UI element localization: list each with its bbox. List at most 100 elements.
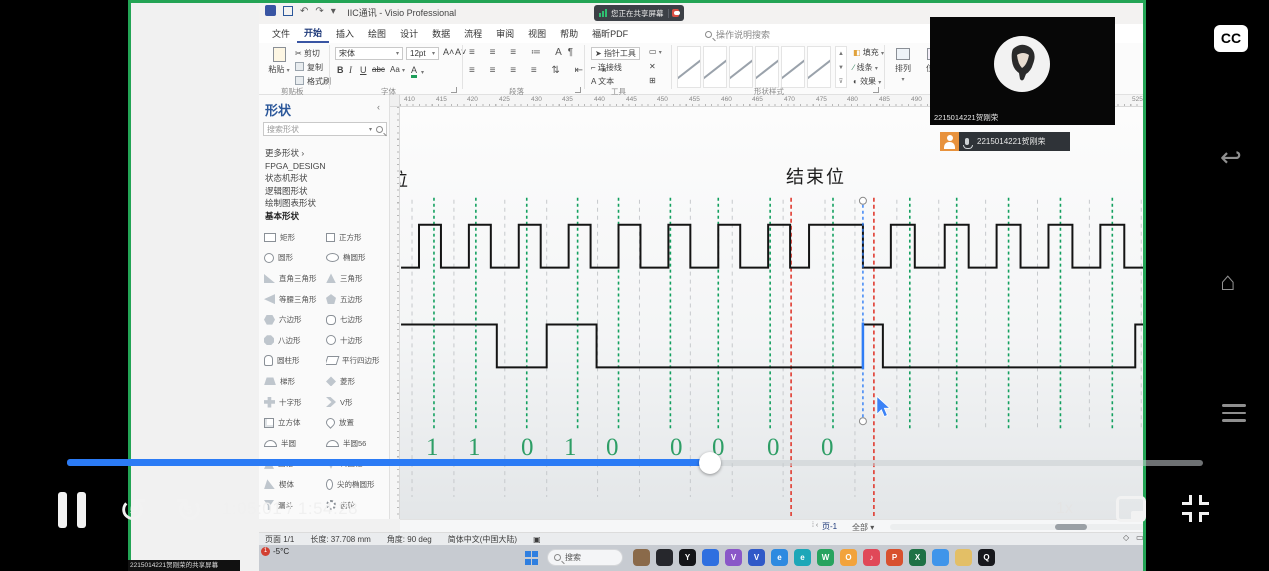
- office-icon[interactable]: O: [840, 549, 857, 566]
- taskbar-search[interactable]: 搜索: [547, 549, 623, 566]
- shape-item[interactable]: 尖的椭圆形: [326, 474, 388, 495]
- pause-button[interactable]: [58, 492, 88, 528]
- shape-item[interactable]: 七边形: [326, 309, 388, 330]
- powerpoint-icon[interactable]: P: [886, 549, 903, 566]
- status-language[interactable]: 简体中文(中国大陆): [448, 534, 517, 545]
- shape-search-input[interactable]: 搜索形状 ▾: [263, 122, 387, 136]
- paragraph-buttons-row1[interactable]: ≡ ≡ ≡ ≔ A¶: [469, 47, 579, 58]
- shrink-font-button[interactable]: A˅: [455, 47, 466, 57]
- visual-studio-icon[interactable]: V: [725, 549, 742, 566]
- paragraph-dialog-launcher[interactable]: [575, 87, 581, 93]
- strikethrough-button[interactable]: abc: [372, 65, 385, 74]
- shape-item[interactable]: 正方形: [326, 227, 388, 248]
- shape-item[interactable]: 放置: [326, 412, 388, 433]
- save-icon[interactable]: [283, 6, 293, 16]
- stencil-tab[interactable]: 更多形状 ›: [265, 147, 325, 160]
- music-icon[interactable]: ♪: [863, 549, 880, 566]
- meeting-app-icon[interactable]: [672, 9, 680, 17]
- drawing-canvas[interactable]: 结束位 位 110100000: [400, 107, 1146, 519]
- shape-style-thumb[interactable]: [729, 46, 753, 88]
- crop-tool-button[interactable]: ⊞: [649, 76, 656, 85]
- gallery-scroll-buttons[interactable]: ▲ ▼ ⊽: [835, 46, 847, 88]
- cut-button[interactable]: ✂ 剪切: [295, 48, 320, 59]
- shape-item[interactable]: 六边形: [264, 309, 326, 330]
- rectangle-tool-button[interactable]: ▭ ▾: [649, 47, 662, 56]
- underline-button[interactable]: U: [360, 65, 367, 75]
- cloud-icon[interactable]: [932, 549, 949, 566]
- exit-fullscreen-button[interactable]: [1182, 495, 1209, 522]
- stencil-tab[interactable]: 状态机形状: [265, 172, 325, 185]
- shape-item[interactable]: 菱形: [326, 371, 388, 392]
- tell-me-search[interactable]: 操作说明搜索: [705, 28, 770, 41]
- store-icon[interactable]: [702, 549, 719, 566]
- ribbon-tab[interactable]: 视图: [521, 25, 553, 42]
- font-color-chevron-icon[interactable]: ▾: [421, 69, 424, 76]
- shape-styles-dialog-launcher[interactable]: [873, 87, 879, 93]
- scrollbar-thumb[interactable]: [1055, 524, 1087, 530]
- connection-point-button[interactable]: ✕: [649, 62, 656, 71]
- shape-item[interactable]: 半圆: [264, 433, 326, 454]
- stencil-tab[interactable]: FPGA_DESIGN: [265, 160, 325, 173]
- ribbon-tab[interactable]: 流程: [457, 25, 489, 42]
- back-icon[interactable]: ↩: [1220, 142, 1242, 173]
- canvas-horizontal-scrollbar[interactable]: [890, 524, 1146, 530]
- shape-item[interactable]: 十字形: [264, 392, 326, 413]
- quick-access-chevron-icon[interactable]: ▾: [331, 6, 336, 17]
- ribbon-tab[interactable]: 绘图: [361, 25, 393, 42]
- shape-item[interactable]: 八边形: [264, 330, 326, 351]
- grow-font-button[interactable]: A˄: [443, 47, 454, 57]
- forward-5-button[interactable]: ↻ 5: [170, 492, 208, 530]
- line-button[interactable]: ∕ 线条 ▾: [853, 62, 878, 73]
- font-size-combo[interactable]: 12pt ▾: [406, 47, 439, 60]
- shape-item[interactable]: 楔体: [264, 474, 326, 495]
- fill-button[interactable]: ◧ 填充 ▾: [853, 47, 884, 58]
- collapse-panel-icon[interactable]: ‹: [377, 102, 380, 112]
- shape-item[interactable]: V形: [326, 392, 388, 413]
- playback-speed[interactable]: 1x: [1056, 500, 1073, 518]
- visio-icon[interactable]: V: [748, 549, 765, 566]
- shape-item[interactable]: 等腰三角形: [264, 289, 326, 310]
- ribbon-tab[interactable]: 数据: [425, 25, 457, 42]
- shape-style-thumb[interactable]: [677, 46, 701, 88]
- picture-in-picture-button[interactable]: [1116, 496, 1146, 522]
- effects-button[interactable]: ◐ 效果 ▾: [853, 76, 881, 87]
- ribbon-tab[interactable]: 福昕PDF: [585, 25, 635, 42]
- ribbon-tab[interactable]: 插入: [329, 25, 361, 42]
- participant-bar[interactable]: 2215014221贺刚荣: [940, 132, 1070, 151]
- stencil-tab[interactable]: 绘制图表形状: [265, 197, 325, 210]
- folder-icon[interactable]: [955, 549, 972, 566]
- font-color-button[interactable]: A: [411, 65, 418, 78]
- shape-item[interactable]: 圆柱形: [264, 351, 326, 372]
- edge-icon[interactable]: e: [794, 549, 811, 566]
- status-view-icon[interactable]: ▣: [533, 535, 541, 544]
- shape-item[interactable]: 直角三角形: [264, 268, 326, 289]
- closed-captions-button[interactable]: CC: [1214, 25, 1248, 52]
- shape-item[interactable]: 矩形: [264, 227, 326, 248]
- boot-app-icon[interactable]: [656, 549, 673, 566]
- shape-item[interactable]: 十边形: [326, 330, 388, 351]
- stencil-tab[interactable]: 逻辑图形状: [265, 185, 325, 198]
- ie-icon[interactable]: e: [771, 549, 788, 566]
- shape-item[interactable]: 梯形: [264, 371, 326, 392]
- selection-handle-top[interactable]: [858, 196, 867, 205]
- ribbon-tab[interactable]: 开始: [297, 24, 330, 43]
- shape-item[interactable]: 平行四边形: [326, 351, 388, 372]
- shape-item[interactable]: 三角形: [326, 268, 388, 289]
- shape-item[interactable]: 圆形: [264, 248, 326, 269]
- shape-item[interactable]: 半圆56: [326, 433, 388, 454]
- word-icon[interactable]: W: [817, 549, 834, 566]
- copy-button[interactable]: 复制: [295, 62, 323, 73]
- shape-style-thumb[interactable]: [755, 46, 779, 88]
- search-dropdown-icon[interactable]: ▾: [369, 126, 372, 133]
- home-icon[interactable]: ⌂: [1220, 266, 1236, 297]
- ribbon-tab[interactable]: 文件: [265, 25, 297, 42]
- undo-icon[interactable]: ↶: [300, 6, 308, 17]
- webcam-overlay[interactable]: 2215014221贺刚荣: [930, 17, 1115, 125]
- shape-style-thumb[interactable]: [703, 46, 727, 88]
- game-app-icon[interactable]: [633, 549, 650, 566]
- change-case-button[interactable]: Aa ▾: [390, 65, 405, 74]
- progress-bar-knob[interactable]: [699, 452, 721, 474]
- weather-widget[interactable]: 1 -5°C: [261, 547, 289, 556]
- shape-style-thumb[interactable]: [807, 46, 831, 88]
- pointer-tool-button[interactable]: ➤ 指针工具: [591, 47, 640, 60]
